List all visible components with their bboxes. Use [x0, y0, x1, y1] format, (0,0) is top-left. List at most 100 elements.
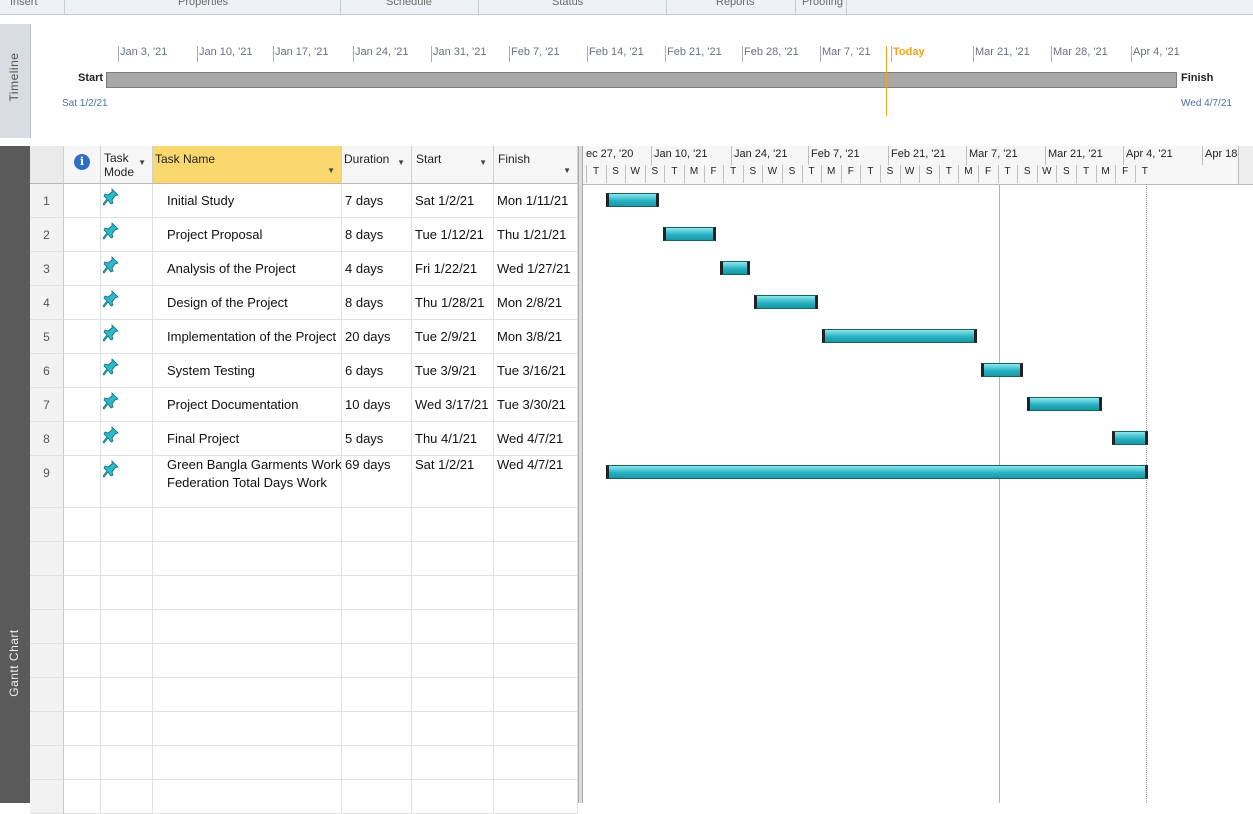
duration-cell[interactable]: 4 days [342, 252, 412, 286]
id-cell[interactable] [30, 712, 64, 746]
finish-cell[interactable]: Mon 1/11/21 [494, 184, 578, 218]
info-cell[interactable] [64, 320, 101, 354]
finish-cell[interactable] [494, 542, 578, 576]
scrollbar-thumb[interactable] [1238, 146, 1253, 184]
task-bar[interactable] [822, 329, 978, 343]
ribbon-group-reports[interactable]: Reports [716, 0, 755, 8]
mode-cell[interactable] [101, 456, 153, 508]
task-bar[interactable] [662, 227, 716, 241]
start-cell[interactable]: Sat 1/2/21 [412, 456, 494, 508]
info-column-header[interactable]: i [64, 146, 101, 184]
gantt-chart-area[interactable]: ec 27, '20 Jan 10, '21 Jan 24, '21 Feb 7, '… [583, 146, 1253, 803]
task-bar[interactable] [753, 295, 818, 309]
ribbon-group-insert[interactable]: Insert [10, 0, 38, 8]
id-cell[interactable]: 5 [30, 320, 64, 354]
duration-cell[interactable] [342, 678, 412, 712]
name-cell[interactable] [153, 610, 342, 644]
mode-cell[interactable] [101, 508, 153, 542]
duration-cell[interactable] [342, 644, 412, 678]
name-cell[interactable]: System Testing [153, 354, 342, 388]
start-cell[interactable]: Thu 4/1/21 [412, 422, 494, 456]
mode-cell[interactable] [101, 252, 153, 286]
mode-cell[interactable] [101, 184, 153, 218]
ribbon-group-properties[interactable]: Properties [178, 0, 228, 8]
start-cell[interactable] [412, 780, 494, 814]
info-cell[interactable] [64, 576, 101, 610]
info-cell[interactable] [64, 184, 101, 218]
chevron-down-icon[interactable]: ▼ [327, 166, 335, 175]
task-bar[interactable] [1026, 397, 1103, 411]
name-cell[interactable]: Analysis of the Project [153, 252, 342, 286]
id-cell[interactable] [30, 542, 64, 576]
finish-cell[interactable]: Tue 3/30/21 [494, 388, 578, 422]
id-cell[interactable]: 7 [30, 388, 64, 422]
id-cell[interactable] [30, 610, 64, 644]
mode-cell[interactable] [101, 354, 153, 388]
ribbon-group-schedule[interactable]: Schedule [386, 0, 432, 8]
timeline-view[interactable]: Jan 3, '21 Jan 10, '21 Jan 17, '21 Jan 24, … [0, 24, 1253, 138]
id-cell[interactable] [30, 644, 64, 678]
mode-cell[interactable] [101, 422, 153, 456]
select-all-header[interactable] [30, 146, 64, 184]
duration-cell[interactable] [342, 576, 412, 610]
start-cell[interactable]: Tue 2/9/21 [412, 320, 494, 354]
info-cell[interactable] [64, 508, 101, 542]
chevron-down-icon[interactable]: ▼ [397, 158, 405, 167]
ribbon-group-proofing[interactable]: Proofing [802, 0, 843, 8]
name-cell[interactable] [153, 746, 342, 780]
start-cell[interactable]: Tue 3/9/21 [412, 354, 494, 388]
info-cell[interactable] [64, 354, 101, 388]
name-cell[interactable]: Green Bangla Garments Workers Federation … [153, 456, 342, 508]
info-cell[interactable] [64, 712, 101, 746]
finish-cell[interactable] [494, 712, 578, 746]
start-cell[interactable] [412, 610, 494, 644]
finish-cell[interactable] [494, 746, 578, 780]
mode-cell[interactable] [101, 644, 153, 678]
finish-cell[interactable] [494, 780, 578, 814]
name-cell[interactable]: Design of the Project [153, 286, 342, 320]
finish-cell[interactable]: Thu 1/21/21 [494, 218, 578, 252]
id-cell[interactable]: 1 [30, 184, 64, 218]
name-cell[interactable] [153, 576, 342, 610]
duration-cell[interactable] [342, 712, 412, 746]
chevron-down-icon[interactable]: ▼ [138, 158, 146, 167]
name-cell[interactable] [153, 678, 342, 712]
duration-cell[interactable] [342, 746, 412, 780]
finish-cell[interactable]: Wed 1/27/21 [494, 252, 578, 286]
name-cell[interactable] [153, 780, 342, 814]
id-cell[interactable] [30, 780, 64, 814]
ribbon-group-status[interactable]: Status [552, 0, 583, 8]
start-cell[interactable] [412, 746, 494, 780]
duration-cell[interactable] [342, 610, 412, 644]
info-cell[interactable] [64, 388, 101, 422]
name-cell[interactable]: Project Documentation [153, 388, 342, 422]
duration-cell[interactable]: 69 days [342, 456, 412, 508]
name-cell[interactable]: Final Project [153, 422, 342, 456]
task-bar[interactable] [719, 261, 750, 275]
chevron-down-icon[interactable]: ▼ [563, 166, 571, 175]
mode-cell[interactable] [101, 320, 153, 354]
task-mode-column-header[interactable]: Task Mode ▼ [101, 146, 153, 184]
timeline-project-bar[interactable] [106, 72, 1177, 88]
finish-column-header[interactable]: Finish ▼ [494, 146, 578, 184]
id-cell[interactable] [30, 678, 64, 712]
name-cell[interactable]: Initial Study [153, 184, 342, 218]
mode-cell[interactable] [101, 712, 153, 746]
info-cell[interactable] [64, 422, 101, 456]
finish-cell[interactable] [494, 610, 578, 644]
id-cell[interactable] [30, 576, 64, 610]
task-name-column-header[interactable]: Task Name ▼ [153, 146, 342, 184]
finish-cell[interactable]: Tue 3/16/21 [494, 354, 578, 388]
mode-cell[interactable] [101, 218, 153, 252]
start-cell[interactable] [412, 678, 494, 712]
finish-cell[interactable] [494, 644, 578, 678]
id-cell[interactable] [30, 746, 64, 780]
start-cell[interactable] [412, 712, 494, 746]
id-cell[interactable]: 6 [30, 354, 64, 388]
name-cell[interactable] [153, 644, 342, 678]
info-cell[interactable] [64, 746, 101, 780]
duration-cell[interactable]: 8 days [342, 218, 412, 252]
name-cell[interactable] [153, 712, 342, 746]
info-cell[interactable] [64, 218, 101, 252]
duration-cell[interactable] [342, 508, 412, 542]
